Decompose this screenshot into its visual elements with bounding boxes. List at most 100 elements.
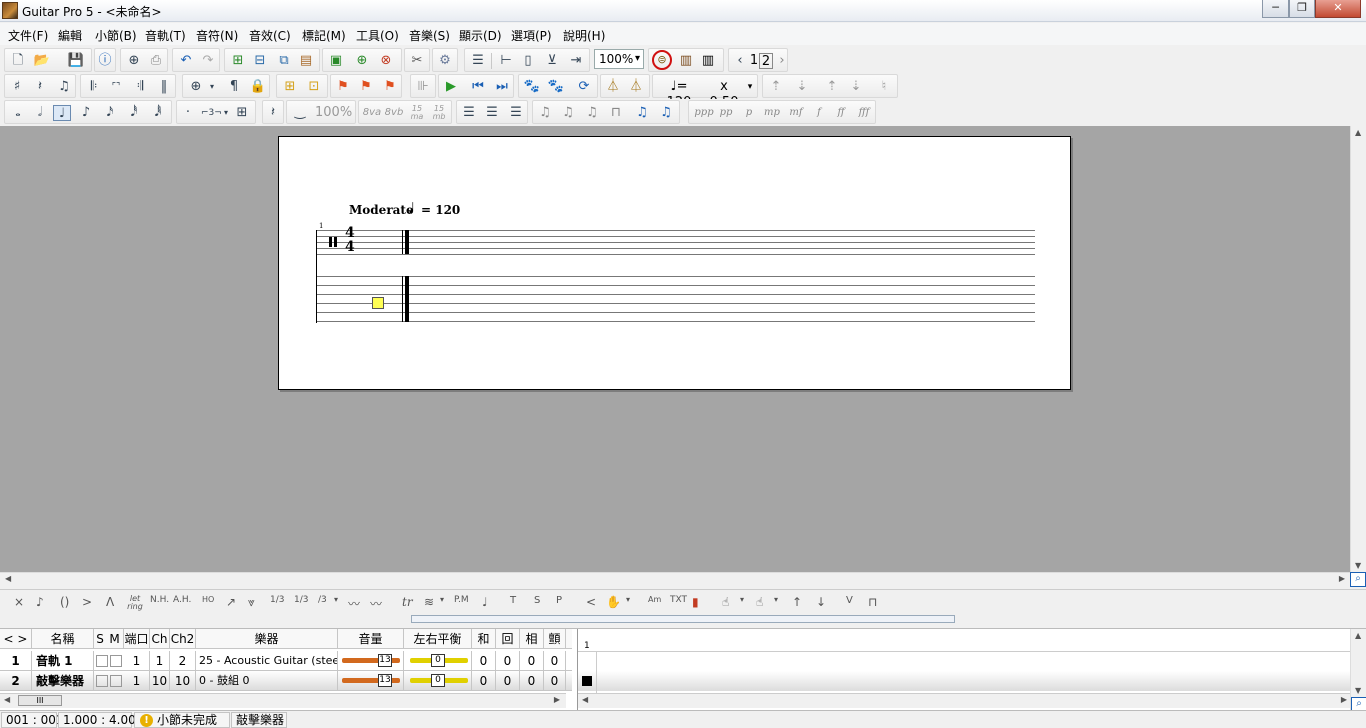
grace-note-icon[interactable]: ♫ — [55, 79, 73, 95]
parenthesis-icon[interactable]: () — [60, 595, 69, 609]
quarter-note-icon[interactable]: ♩ — [53, 105, 71, 121]
volume-knob[interactable]: 13 — [378, 654, 392, 667]
track-nav-arrows[interactable]: < > — [0, 629, 32, 649]
menu-track[interactable]: 音軌(T) — [145, 27, 186, 44]
marker-goto-icon[interactable]: ⚑ — [381, 79, 399, 95]
quindicesima-down-button[interactable]: 15 mb — [429, 105, 449, 121]
section-list-icon[interactable]: ⊡ — [305, 79, 323, 95]
pan-cell[interactable]: 0 — [404, 671, 472, 691]
tie-grid-icon[interactable]: ⊞ — [233, 105, 251, 121]
menu-music[interactable]: 音樂(S) — [409, 27, 450, 44]
octave-down-icon[interactable]: ⇣ — [847, 79, 865, 95]
menu-bar-measure[interactable]: 小節(B) — [95, 27, 137, 44]
sixteenth-note-icon[interactable]: 𝅘𝅥𝅯 — [101, 105, 119, 121]
whole-note-icon[interactable]: 𝅝 — [9, 105, 27, 121]
last-bar-icon[interactable]: ⏭ — [493, 79, 511, 95]
track-name[interactable]: 音軌 1 — [32, 651, 94, 671]
slap-button[interactable]: S — [534, 595, 540, 606]
transpose-down-icon[interactable]: ⇣ — [793, 79, 811, 95]
undo-icon[interactable]: ↶ — [177, 53, 195, 69]
track-ch2[interactable]: 2 — [170, 651, 196, 671]
hammer-on-button[interactable]: HO — [202, 595, 214, 604]
slide-shift-button[interactable]: 1/3 — [294, 595, 308, 605]
eighth-note-icon[interactable]: ♪ — [77, 105, 95, 121]
stroke-icon[interactable]: ✋ — [606, 595, 621, 609]
heavy-accent-icon[interactable]: Λ — [106, 595, 114, 609]
zoom-select[interactable]: 100% — [594, 49, 644, 69]
speed-dropdown-icon[interactable]: ▾ — [741, 79, 759, 95]
dotted-icon[interactable]: · — [179, 105, 197, 121]
track-ch[interactable]: 1 — [150, 651, 170, 671]
track-row-selected[interactable]: 2 敲擊樂器 1 10 10 0 - 鼓組 0 13 0 0 0 0 0 — [0, 671, 572, 691]
slash-notation-icon[interactable]: ☰ — [507, 105, 525, 121]
scroll-left-icon[interactable]: ◀ — [5, 574, 11, 583]
speed-display[interactable]: x 0.50 — [705, 79, 743, 110]
right-hand-dropdown-icon[interactable]: ▾ — [740, 595, 744, 604]
tremolo-value[interactable]: 0 — [544, 651, 566, 671]
fade-in-icon[interactable]: < — [586, 595, 596, 609]
track-vertical-scrollbar[interactable]: ▲ ▼ ⌕ — [1350, 629, 1366, 713]
natural-icon[interactable]: ♮ — [875, 79, 893, 95]
mix-table-icon[interactable]: ▮ — [692, 595, 699, 609]
loop-icon[interactable]: ⟳ — [575, 79, 593, 95]
phaser-value[interactable]: 0 — [520, 651, 544, 671]
volume-cell[interactable]: 13 — [338, 671, 404, 691]
insert-bar-icon[interactable]: ⊟ — [251, 53, 269, 69]
ottava-down-button[interactable]: 8vb — [383, 105, 405, 121]
page-next-button[interactable]: › — [773, 53, 791, 69]
track-port[interactable]: 1 — [124, 651, 150, 671]
menu-markers[interactable]: 標記(M) — [302, 27, 346, 44]
downstroke-icon[interactable]: ⊓ — [868, 595, 877, 609]
solo-checkbox[interactable] — [96, 675, 108, 687]
thirty-second-note-icon[interactable]: 𝅘𝅥𝅰 — [125, 105, 143, 121]
horizontal-scroll-icon[interactable]: ⇥ — [567, 53, 585, 69]
tie-icon[interactable]: ‿ — [291, 105, 309, 121]
pan-cell[interactable]: 0 — [404, 651, 472, 671]
track-name[interactable]: 敲擊樂器 — [32, 671, 94, 691]
break-beam-icon[interactable]: ♫ — [583, 105, 601, 121]
octave-up-icon[interactable]: ⇡ — [823, 79, 841, 95]
tapping-button[interactable]: T — [510, 595, 516, 606]
slide-out-button[interactable]: /3 — [318, 595, 327, 605]
menu-help[interactable]: 說明(H) — [563, 27, 605, 44]
add-bar-icon[interactable]: ⊞ — [229, 53, 247, 69]
slide-in-button[interactable]: 1/3 — [270, 595, 284, 605]
mixer-icon[interactable]: ⊪ — [414, 79, 432, 95]
stroke-dropdown-icon[interactable]: ▾ — [626, 595, 630, 604]
tremolo-picking-icon[interactable]: ≋ — [424, 595, 434, 609]
marker-icon[interactable]: ⚑ — [334, 79, 352, 95]
page-2-button[interactable]: 2 — [759, 53, 773, 69]
pan-knob[interactable]: 0 — [431, 654, 445, 667]
pick-down-icon[interactable]: ↓ — [816, 595, 826, 609]
reverb-value[interactable]: 0 — [496, 651, 520, 671]
drum-kit-view-icon[interactable]: ⊜ — [652, 50, 672, 70]
tremolo-dropdown-icon[interactable]: ▾ — [440, 595, 444, 604]
track-list-scrollbar[interactable]: ◀ III ▶ — [0, 693, 566, 708]
first-bar-icon[interactable]: ⏮ — [469, 79, 487, 95]
guitar-pro-app-icon[interactable] — [2, 2, 18, 19]
sharp-flat-icon[interactable]: ♯ — [8, 79, 26, 95]
volume-knob[interactable]: 13 — [378, 674, 392, 687]
metronome-icon[interactable]: ⏃ — [604, 79, 622, 95]
dynamic-mf[interactable]: mf — [785, 105, 807, 121]
save-icon[interactable]: 💾 — [67, 53, 85, 69]
edit-cursor[interactable] — [372, 297, 384, 309]
left-hand-dropdown-icon[interactable]: ▾ — [774, 595, 778, 604]
pick-up-icon[interactable]: ↑ — [792, 595, 802, 609]
measure-cell-filled[interactable] — [582, 676, 592, 686]
double-bar-icon[interactable]: ‖ — [155, 79, 173, 95]
transpose-up-icon[interactable]: ⇡ — [767, 79, 785, 95]
close-button[interactable]: ✕ — [1315, 0, 1361, 18]
track-row[interactable]: 1 音軌 1 1 1 2 25 - Acoustic Guitar (steel… — [0, 651, 572, 671]
mute-checkbox[interactable] — [110, 675, 122, 687]
alternate-ending-icon[interactable]: ⌜⌝ — [107, 79, 125, 95]
track-instrument[interactable]: 25 - Acoustic Guitar (steel) — [196, 651, 338, 671]
right-hand-icon[interactable]: ☝ — [722, 595, 729, 609]
trill-button[interactable]: tr — [402, 595, 413, 609]
menu-effects[interactable]: 音效(C) — [249, 27, 291, 44]
repeat-close-icon[interactable]: 𝄇 — [131, 79, 149, 95]
dynamic-p[interactable]: p — [739, 105, 759, 121]
vibrato-icon[interactable]: 〰 — [348, 595, 360, 612]
score-page[interactable]: Moderate ♩ = 120 1 4 4 — [278, 136, 1071, 390]
dynamic-fff[interactable]: fff — [853, 105, 875, 121]
